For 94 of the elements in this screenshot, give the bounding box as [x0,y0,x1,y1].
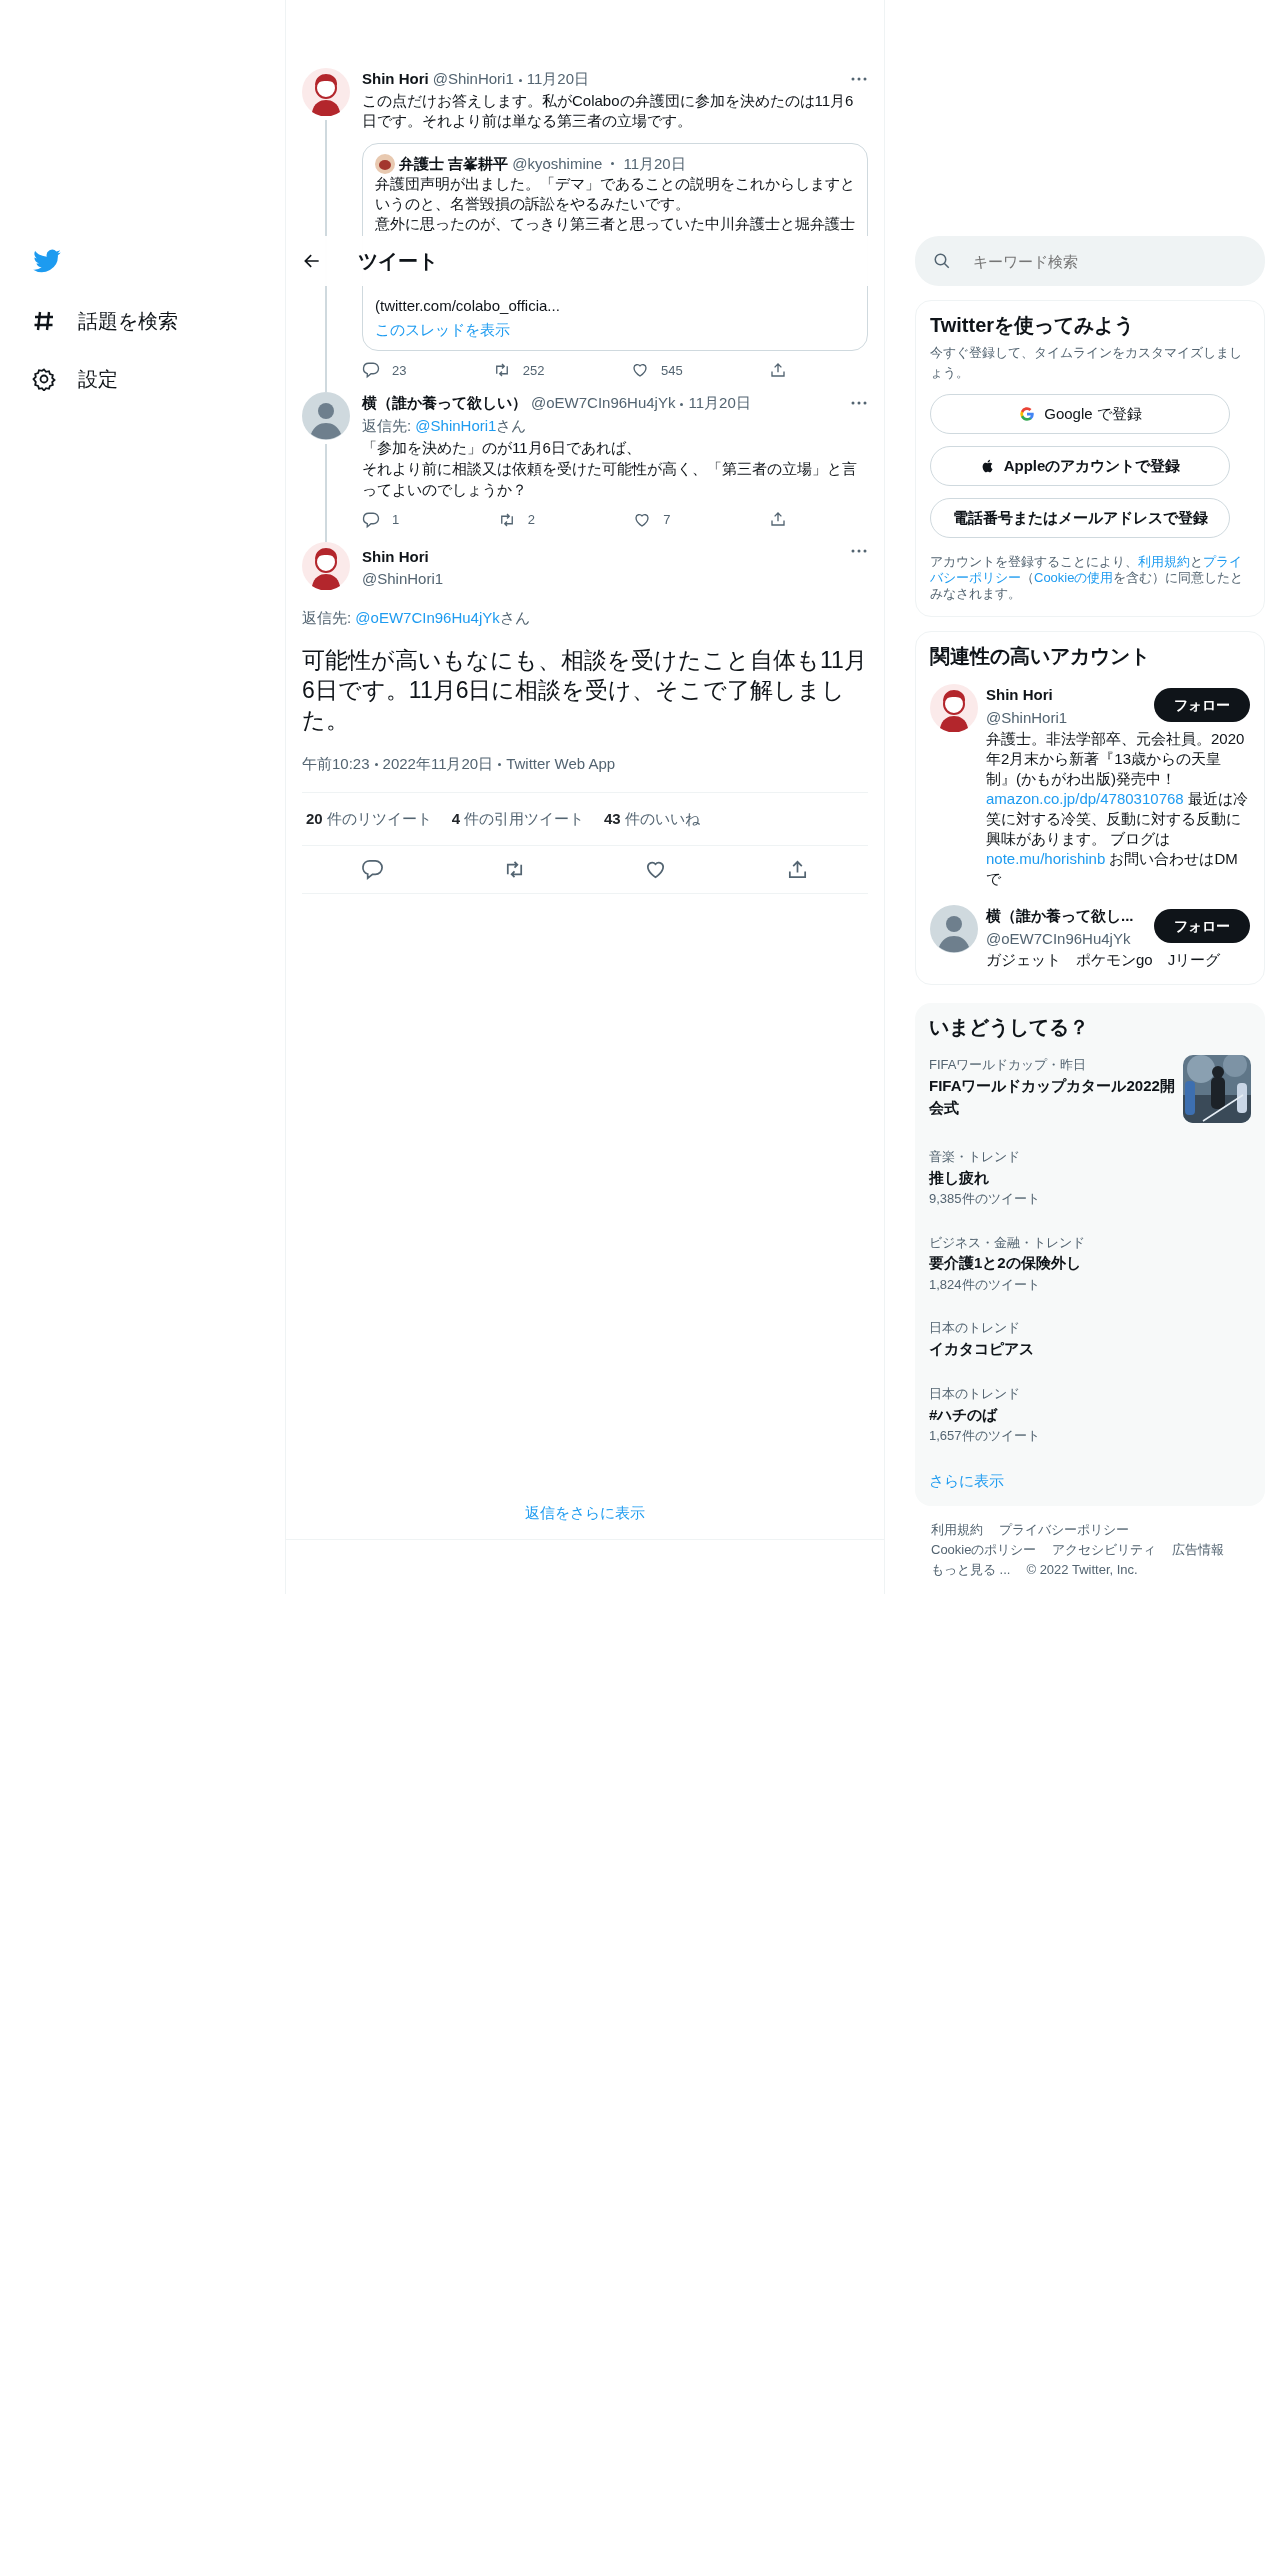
share-icon[interactable] [768,510,787,528]
account-bio: 弁護士。非法学部卒、元会社員。2020年2月末から新著『13歳からの天皇制』(かもがわ出版)発売中！ amazon.co.jp/dp/4780310768 最近は冷笑に対する冷笑、反動に対する反動に興味があります。 ブログは note.mu/horishinb お問い合わせはDMで [986,729,1249,889]
separator-dot [611,162,615,165]
reply-icon[interactable] [361,858,385,881]
reply-button[interactable]: 1 [362,510,400,530]
default-avatar[interactable] [302,392,350,440]
account-name[interactable]: 横（誰か養って欲し... [986,905,1154,928]
footer-link[interactable]: 利用規約 [931,1520,983,1540]
tweet-text: 「参加を決めた」のが11月6日であれば、 [362,438,642,458]
trend-category: 日本のトレンド [929,1319,1021,1337]
author-name[interactable]: Shin Hori [362,70,429,87]
figure-avatar[interactable] [302,68,350,116]
card-title: Twitterを使ってみよう [930,313,1136,337]
quoted-avatar [375,153,395,174]
account-name[interactable]: Shin Hori [986,684,1154,707]
footer-link[interactable]: プライバシーポリシー [999,1520,1129,1540]
trend-category: 音楽・トレンド [929,1148,1021,1166]
google-logo [1018,405,1037,423]
like-button[interactable]: 545 [630,360,683,380]
figure-avatar[interactable] [302,541,350,590]
figure-avatar[interactable] [930,684,978,732]
source-link[interactable]: Twitter Web App [506,753,616,776]
tweet-text: それより前に相談又は依頼を受けた可能性が高く、「第三者の立場」と言ってよいのでしょうか？ [362,459,858,500]
footer-link[interactable]: © 2022 Twitter, Inc. [1026,1560,1138,1580]
quoted-author-handle: @kyoshimine [512,153,603,174]
author-name[interactable]: Shin Hori [362,545,842,568]
signup-button[interactable]: Google で登録 [930,394,1230,434]
trend-category: ビジネス・金融・トレンド [929,1233,1086,1252]
footer-link[interactable]: 広告情報 [1172,1540,1225,1560]
sidebar-item[interactable]: 設定 [32,350,285,408]
stat-link[interactable]: 20 件のリツイート [306,807,432,830]
tweet-date[interactable]: 11月20日 [688,394,751,411]
separator-dot [680,402,684,406]
reply-to-text: 返信先: @ShinHori1さん [362,415,528,436]
tweet-date[interactable]: 11月20日 [526,70,590,87]
default-avatar[interactable] [930,905,978,953]
account-handle[interactable]: @ShinHori1 [986,706,1154,729]
trend-item[interactable]: ビジネス・金融・トレンド 要介護1と2の保険外し 1,824件のツイート [929,1232,1251,1294]
trend-count: 1,657件のツイート [929,1427,1041,1445]
footer-link[interactable]: もっと見る ... [931,1560,1011,1580]
like-button[interactable]: 7 [633,510,671,530]
card-subtitle: 今すぐ登録して、タイムラインをカスタマイズしましょう。 [930,344,1243,382]
signup-button[interactable]: Appleのアカウントで登録 [930,446,1230,486]
quoted-date: 11月20日 [623,153,686,174]
hashtag-icon [32,309,56,333]
stat-link[interactable]: 43 件のいいね [604,807,700,830]
quoted-author-name: 弁護士 吉峯耕平 [399,153,509,174]
tweet-text: 可能性が高いもなにも、相談を受けたこと自体も11月6日です。11月6日に相談を受け、そこで了解しました。 [302,646,868,735]
signup-button[interactable]: 電話番号またはメールアドレスで登録 [930,498,1230,538]
separator-dot [498,762,502,766]
tweet-text: この点だけお答えします。私がColaboの弁護団に参加を決めたのは11月6日です。それより前は単なる第三者の立場です。 [362,90,855,131]
settings-icon [32,367,56,391]
quoted-text: 意外に思ったのが、てっきり第三者と思っていた中川弁護士と堀弁護士 [375,213,855,234]
quoted-link-text: (twitter.com/colabo_officia... [375,295,561,316]
author-handle[interactable]: @ShinHori1 [432,70,514,87]
trend-title: FIFAワールドカップカタール2022開会式 [929,1075,1175,1118]
author-handle[interactable]: @ShinHori1 [362,568,842,591]
follow-button[interactable]: フォロー [1154,688,1250,722]
trend-category: FIFAワールドカップ・昨日 [929,1056,1088,1074]
trend-count: 9,385件のツイート [929,1190,1041,1208]
card-title: いまどうしてる？ [929,1015,1090,1039]
sidebar-item[interactable]: 話題を検索 [32,292,285,350]
retweet-button[interactable]: 2 [497,510,535,530]
trend-item[interactable]: 音楽・トレンド 推し疲れ 9,385件のツイート [929,1147,1251,1209]
separator-dot [518,78,522,82]
reply-icon [362,361,380,380]
follow-button[interactable]: フォロー [1154,909,1250,943]
trend-item[interactable]: FIFAワールドカップ・昨日 FIFAワールドカップカタール2022開会式 [929,1055,1251,1123]
separator-dot [374,762,378,766]
trend-category: 日本のトレンド [929,1385,1021,1403]
trend-title: #ハチのば [929,1404,999,1425]
search-field[interactable]: キーワード検索 [915,236,1265,286]
trend-title: イカタコピアス [929,1338,1035,1359]
trend-title: 推し疲れ [929,1167,990,1188]
retweet-button[interactable]: 252 [492,360,545,380]
card-title: 関連性の高いアカウント [930,644,1151,668]
quoted-text: 弁護団声明が出ました。「デマ」であることの説明をこれからしますというのと、名誉毀損の訴訟をやるみたいです。 [375,173,855,214]
trend-count: 1,824件のツイート [929,1275,1041,1294]
terms-text: アカウントを登録することにより、利用規約 と プライバシーポリシー（Cookieの使用を含む）に同意したとみなされます。 [930,554,1245,602]
trend-title: 要介護1と2の保険外し [929,1253,1082,1273]
tweet-time: 午前10:23 [302,754,370,774]
author-name[interactable]: 横（誰か養って欲しい） [362,394,527,411]
account-bio: ガジェット ポケモンgo Jリーグ [986,950,1222,970]
trend-item[interactable]: 日本のトレンド #ハチのば 1,657件のツイート [929,1384,1251,1446]
tweet-time: 2022年11月20日 [382,754,494,774]
reply-to-text: 返信先: @oEW7CIn96Hu4jYkさん [302,607,531,628]
author-handle[interactable]: @oEW7CIn96Hu4jYk [531,394,676,411]
footer-link[interactable]: Cookieのポリシー [931,1540,1037,1560]
footer-link[interactable]: アクセシビリティ [1052,1540,1157,1560]
reply-icon [362,510,380,529]
reply-button[interactable]: 23 [362,360,407,380]
account-handle[interactable]: @oEW7CIn96Hu4jYk [986,927,1154,950]
stat-link[interactable]: 4 件の引用ツイート [451,807,585,830]
trend-item[interactable]: 日本のトレンド イカタコピアス [929,1318,1251,1360]
